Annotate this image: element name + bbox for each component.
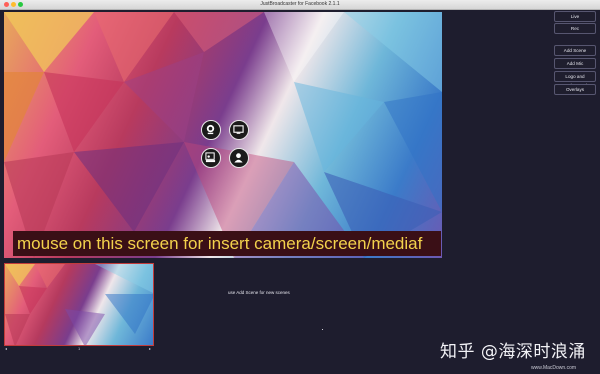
scene-prev-icon[interactable]: ◂ [5,346,7,352]
camera-source-button[interactable] [201,120,221,140]
watermark-text: 知乎 @海深时浪涌 [440,342,586,362]
add-scene-button[interactable]: Add Scene [554,45,596,56]
add-mic-button[interactable]: Add Mic [554,58,596,69]
scene-page-label: 1 [78,346,81,351]
media-source-button[interactable] [201,148,221,168]
screen-icon [233,125,244,134]
logo-background-button[interactable]: Logo and Background [554,71,596,88]
rec-button[interactable]: Rec [554,23,596,34]
window-title: JustBroadcaster for Facebook 2.1.1 [260,1,340,7]
cursor-dot [322,329,323,330]
scene-next-icon[interactable]: ▸ [149,346,151,352]
scene-controls: ◂ 1 ▸ [4,346,154,352]
scene-thumbnail-image [5,264,153,345]
live-button[interactable]: Live [554,11,596,22]
preview-caption: mouse on this screen for insert camera/s… [13,231,441,256]
preview-screen[interactable] [4,12,442,258]
scene-thumbnail[interactable] [4,263,154,346]
watermark-site: www.MacDown.com [531,365,577,371]
title-bar: JustBroadcaster for Facebook 2.1.1 [0,0,600,10]
overlays-button[interactable]: Overlays [554,84,596,95]
source-buttons [201,120,253,172]
media-icon [205,152,216,163]
add-scene-hint: use Add Scene for new scenes [228,290,290,295]
camera-icon [206,124,215,135]
user-icon [234,153,243,163]
user-source-button[interactable] [229,148,249,168]
screen-source-button[interactable] [229,120,249,140]
